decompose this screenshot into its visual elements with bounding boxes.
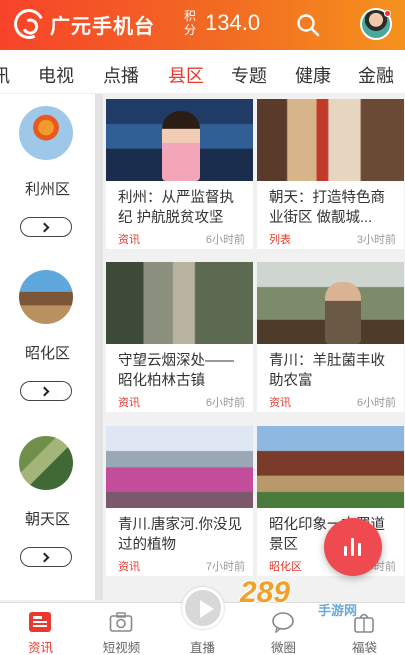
- sidebar-item-chaotian[interactable]: 朝天区: [0, 436, 95, 596]
- news-time: 7小时前: [205, 561, 245, 573]
- sidebar-divider: [95, 94, 103, 600]
- news-tag: 资讯: [118, 234, 140, 246]
- points-display[interactable]: 积分 134.0: [183, 9, 260, 37]
- news-title: 朝天：打造特色商业街区 做靓城...: [269, 190, 385, 226]
- nav-label: 短视频: [102, 641, 141, 655]
- category-tabs: 讯 电视 点播 县区 专题 健康 金融: [0, 50, 405, 94]
- nav-news[interactable]: 资讯: [0, 603, 81, 655]
- news-thumbnail: [106, 262, 253, 344]
- watermark-logo: 289: [240, 576, 291, 609]
- notification-dot: [384, 10, 391, 17]
- news-title: 青川：羊肚菌丰收助农富: [269, 353, 385, 389]
- county-sidebar: 利州区 昭化区 朝天区: [0, 94, 95, 600]
- news-icon: [29, 612, 51, 632]
- sidebar-label: 利州区: [24, 181, 70, 198]
- chevron-right-icon[interactable]: [20, 381, 72, 401]
- news-card[interactable]: 青川.唐家河.你没见过的植物 资讯 7小时前: [106, 426, 253, 576]
- chaotian-thumbnail: [19, 436, 73, 490]
- nav-label: 直播: [189, 641, 215, 655]
- news-thumbnail: [257, 99, 404, 181]
- camera-icon: [109, 612, 133, 632]
- nav-moments[interactable]: 微圈: [243, 603, 324, 655]
- live-play-button[interactable]: [182, 587, 224, 629]
- news-tag: 资讯: [269, 397, 291, 409]
- tab-vod[interactable]: 点播: [103, 62, 139, 88]
- watermark-text: 手游网: [318, 603, 358, 618]
- news-tag: 昭化区: [269, 561, 302, 573]
- news-card[interactable]: 青川：羊肚菌丰收助农富 资讯 6小时前: [257, 262, 404, 412]
- app-screen: { "header": { "app_title": "广元手机台", "poi…: [0, 0, 405, 655]
- tab-health[interactable]: 健康: [295, 62, 331, 88]
- news-card[interactable]: 利州：从严监督执纪 护航脱贫攻坚 资讯 6小时前: [106, 99, 253, 249]
- zhaohua-thumbnail: [19, 270, 73, 324]
- tab-finance[interactable]: 金融: [358, 62, 394, 88]
- points-value: 134.0: [205, 10, 261, 35]
- chat-icon: [272, 612, 294, 633]
- nav-label: 资讯: [27, 641, 53, 655]
- app-title: 广元手机台: [50, 15, 155, 38]
- news-tag: 列表: [269, 234, 291, 246]
- news-tag: 资讯: [118, 561, 140, 573]
- sidebar-item-lizhou[interactable]: 利州区: [0, 106, 95, 266]
- news-thumbnail: [106, 426, 253, 508]
- sidebar-item-zhaohua[interactable]: 昭化区: [0, 270, 95, 430]
- news-thumbnail: [257, 262, 404, 344]
- news-tag: 资讯: [118, 397, 140, 409]
- points-label: 积分: [183, 9, 196, 37]
- nav-label: 福袋: [351, 641, 377, 655]
- news-thumbnail: [106, 99, 253, 181]
- tab-tv[interactable]: 电视: [38, 62, 74, 88]
- news-time: 3小时前: [356, 234, 396, 246]
- news-title: 守望云烟深处——昭化柏林古镇: [118, 353, 234, 389]
- tab-special[interactable]: 专题: [231, 62, 267, 88]
- tab-county[interactable]: 县区: [168, 62, 204, 88]
- sidebar-label: 朝天区: [24, 511, 70, 528]
- audio-player-button[interactable]: [324, 518, 382, 576]
- nav-short-video[interactable]: 短视频: [81, 603, 162, 655]
- logo-icon: [9, 4, 49, 44]
- search-icon[interactable]: [296, 13, 320, 37]
- news-thumbnail: [257, 426, 404, 508]
- news-time: 6小时前: [205, 397, 245, 409]
- news-time: 6小时前: [356, 397, 396, 409]
- lizhou-thumbnail: [19, 106, 73, 160]
- tab-news[interactable]: 讯: [0, 62, 10, 88]
- nav-label: 微圈: [270, 641, 296, 655]
- news-card[interactable]: 朝天：打造特色商业街区 做靓城... 列表 3小时前: [257, 99, 404, 249]
- top-header: 广元手机台 积分 134.0: [0, 0, 405, 50]
- news-title: 利州：从严监督执纪 护航脱贫攻坚: [118, 190, 234, 226]
- sidebar-label: 昭化区: [24, 345, 70, 362]
- news-time: 6小时前: [205, 234, 245, 246]
- app-logo: 广元手机台: [9, 4, 155, 44]
- news-title: 青川.唐家河.你没见过的植物: [118, 517, 243, 553]
- chevron-right-icon[interactable]: [20, 547, 72, 567]
- news-card[interactable]: 守望云烟深处——昭化柏林古镇 资讯 6小时前: [106, 262, 253, 412]
- chevron-right-icon[interactable]: [20, 217, 72, 237]
